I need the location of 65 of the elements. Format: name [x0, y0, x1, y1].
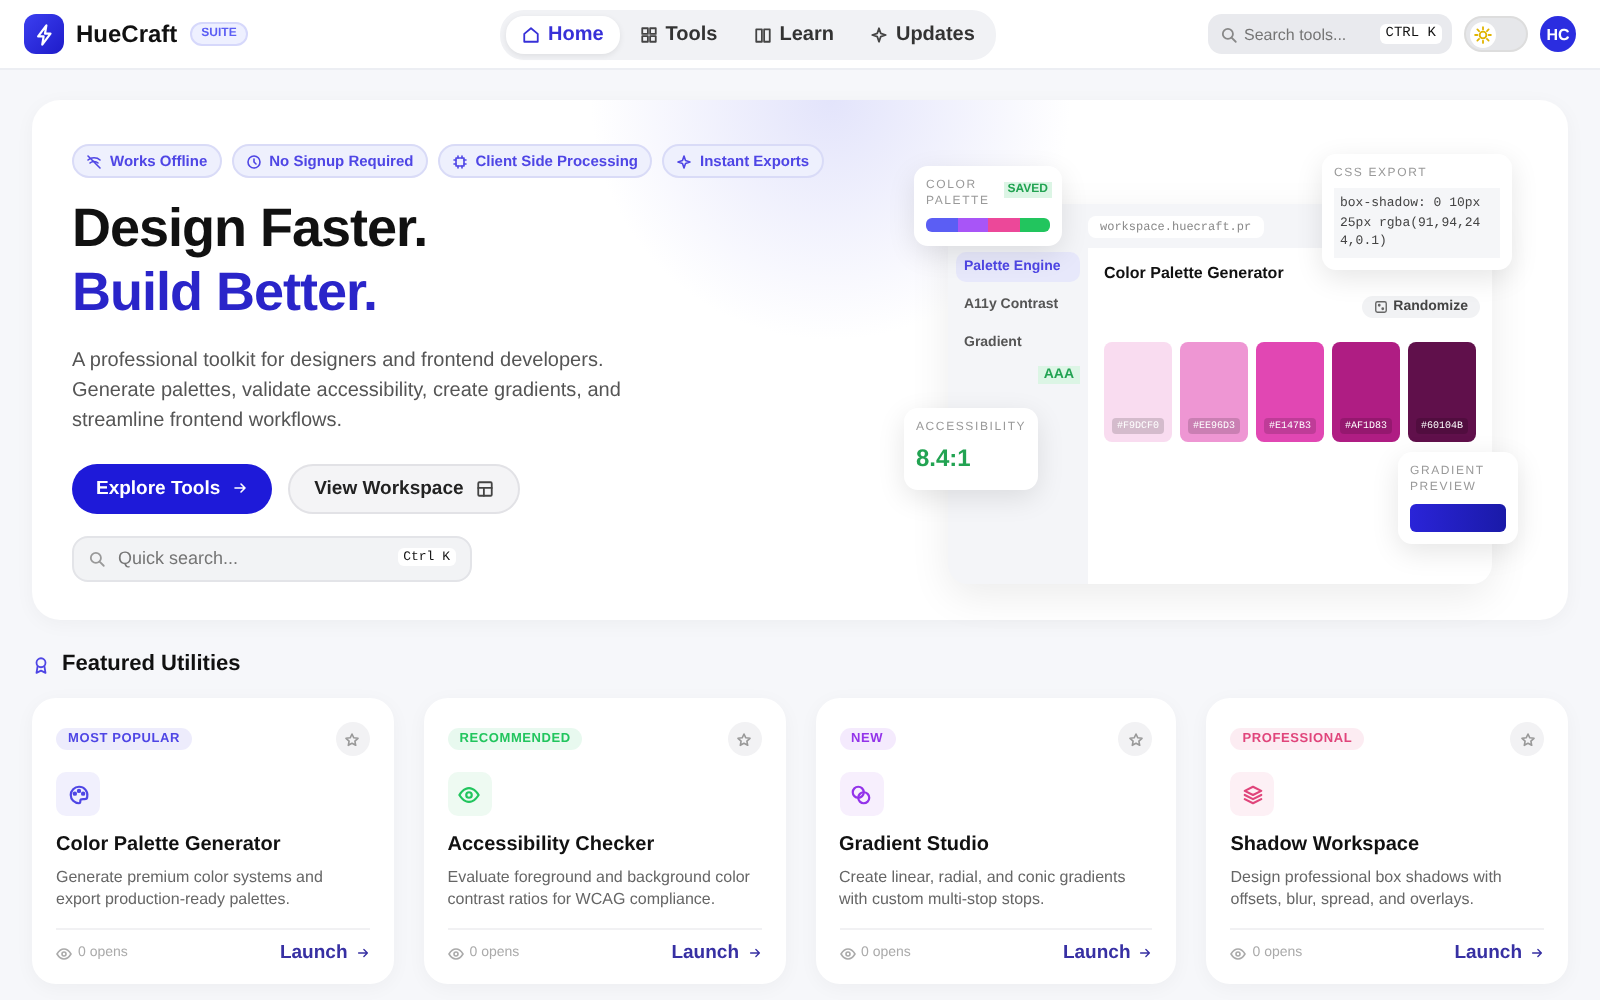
panel-title: Color Palette Generator	[1104, 264, 1286, 282]
hero-title: Design Faster.	[72, 198, 430, 262]
chip-icon	[451, 153, 468, 169]
contrast-ratio: 8.4:1	[916, 444, 973, 473]
nav-tab[interactable]: Updates	[853, 16, 991, 54]
explore-tools-button[interactable]: Explore Tools	[72, 463, 273, 514]
star-icon	[736, 731, 752, 747]
card-description: Evaluate foreground and background color contrast ratios for WCAG compliance.	[447, 866, 752, 913]
bolt-icon	[33, 23, 55, 45]
palette-icon	[67, 783, 89, 805]
favorite-button[interactable]	[727, 722, 761, 756]
card-description: Design professional box shadows with offsets, blur, spread, and overlays.	[1230, 866, 1504, 913]
book-icon	[753, 26, 772, 44]
sparkle-icon	[869, 26, 888, 44]
eye-icon	[839, 945, 855, 961]
sparkle-icon	[676, 153, 692, 169]
favorite-button[interactable]	[1118, 722, 1153, 756]
launch-link[interactable]: Launch	[279, 942, 370, 964]
nav-tab[interactable]: Learn	[737, 16, 850, 54]
hero-description: A professional toolkit for designers and frontend developers. Generate palettes, validate accessibility, create gradients, and streamline frontend workflows.	[72, 347, 623, 436]
palette-strip	[926, 217, 1050, 232]
arrow-icon	[232, 480, 249, 497]
layers-icon	[1241, 783, 1264, 805]
favorite-button[interactable]	[1510, 722, 1544, 756]
launch-link[interactable]: Launch	[1062, 942, 1153, 964]
sun-icon	[1474, 25, 1492, 43]
card-title: Shadow Workspace	[1230, 834, 1422, 856]
arrow-icon	[1530, 946, 1544, 960]
search-icon	[1220, 26, 1238, 44]
award-icon	[32, 655, 50, 673]
eye-icon	[56, 945, 72, 961]
clock-icon	[245, 153, 262, 169]
brand-name: HueCraft	[76, 20, 178, 48]
dice-icon	[1373, 300, 1388, 314]
eye-icon	[458, 783, 481, 805]
arrow-icon	[1138, 946, 1153, 960]
arrow-icon	[747, 946, 761, 960]
layout-icon	[475, 479, 494, 498]
card-title: Color Palette Generator	[56, 834, 283, 856]
hero-subtitle: Build Better.	[72, 261, 380, 326]
card-description: Generate premium color systems and export production-ready palettes.	[56, 866, 325, 913]
grid-icon	[639, 26, 658, 44]
view-workspace-button[interactable]: View Workspace	[288, 463, 520, 514]
card-description: Create linear, radial, and conic gradients with custom multi-stop stops.	[839, 866, 1128, 913]
star-icon	[344, 731, 361, 747]
circles-icon	[850, 783, 872, 805]
home-icon	[522, 26, 540, 44]
card-title: Accessibility Checker	[447, 834, 657, 856]
star-icon	[1127, 731, 1144, 747]
star-icon	[1519, 731, 1535, 747]
eye-icon	[1230, 945, 1247, 961]
nav-tab[interactable]: Tools	[623, 16, 734, 54]
card-title: Gradient Studio	[839, 834, 991, 856]
search-icon	[88, 549, 106, 568]
nav-tab[interactable]: Home	[506, 16, 620, 54]
launch-link[interactable]: Launch	[1454, 942, 1544, 964]
arrow-icon	[355, 946, 370, 960]
wifi-off-icon	[86, 153, 102, 169]
launch-link[interactable]: Launch	[671, 942, 761, 964]
gradient-preview	[1410, 503, 1506, 532]
theme-toggle[interactable]	[1464, 16, 1528, 52]
favorite-button[interactable]	[335, 722, 370, 756]
section-title: Featured Utilities	[62, 652, 241, 676]
eye-icon	[447, 945, 464, 961]
avatar[interactable]: HC	[1540, 16, 1576, 52]
